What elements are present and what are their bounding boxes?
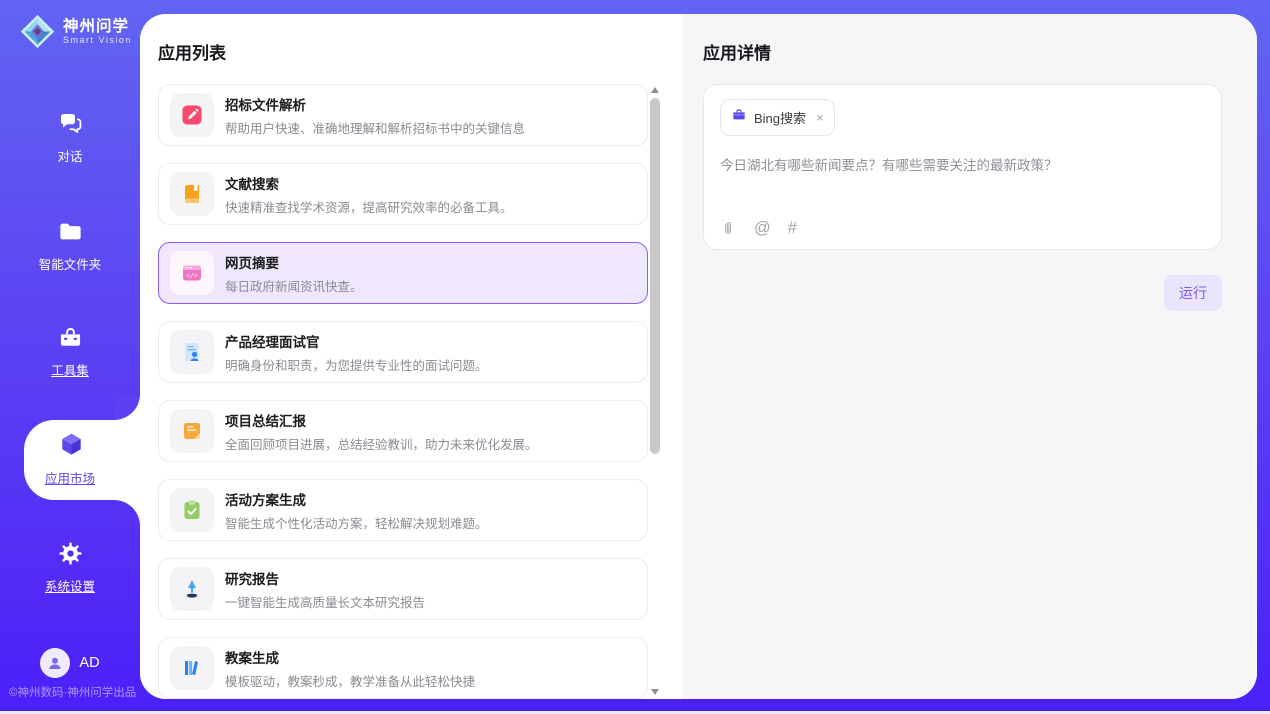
sidebar-item-smart-folder[interactable]: 智能文件夹 (0, 218, 140, 273)
app-card-desc: 帮助用户快速、准确地理解和解析招标书中的关键信息 (225, 118, 525, 137)
sidebar-item-chat[interactable]: 对话 (0, 110, 140, 165)
note-icon (170, 409, 214, 453)
cube-icon (57, 430, 84, 457)
app-card-web-summary[interactable]: </> 网页摘要 每日政府新闻资讯快查。 (158, 242, 648, 304)
sidebar-item-toolset[interactable]: 工具集 (0, 324, 140, 379)
attachment-toolbar: @ # (720, 219, 797, 238)
app-card-title: 研究报告 (225, 568, 425, 588)
copyright: ©神州数码·神州问学出品 (9, 684, 136, 700)
user-row[interactable]: AD (0, 648, 140, 678)
app-card-desc: 明确身份和职责，为您提供专业性的面试问题。 (225, 355, 488, 374)
tool-chip[interactable]: Bing搜索 × (720, 99, 835, 136)
at-mention-icon[interactable]: @ (754, 219, 771, 238)
app-card-literature-search[interactable]: 文献搜索 快速精准查找学术资源，提高研究效率的必备工具。 (158, 163, 648, 225)
app-card-list: 招标文件解析 帮助用户快速、准确地理解和解析招标书中的关键信息 文献搜索 快速精… (158, 84, 648, 699)
sidebar-item-app-market[interactable]: 应用市场 (0, 430, 140, 487)
app-card-title: 文献搜索 (225, 173, 513, 193)
book-icon (170, 172, 214, 216)
chat-icon (57, 110, 84, 137)
scroll-down-arrow-icon[interactable] (651, 689, 659, 695)
clipboard-icon (170, 488, 214, 532)
scroll-up-arrow-icon[interactable] (651, 87, 659, 93)
user-label: AD (79, 655, 99, 671)
toolbox-icon (57, 324, 84, 351)
app-card-desc: 一键智能生成高质量长文本研究报告 (225, 592, 425, 611)
app-card-project-summary[interactable]: 项目总结汇报 全面回顾项目进展，总结经验教训，助力未来优化发展。 (158, 400, 648, 462)
brand-name: 神州问学 (63, 18, 132, 36)
question-text[interactable]: 今日湖北有哪些新闻要点？有哪些需要关注的最新政策？ (720, 156, 1205, 176)
bubble-notch-bottom (114, 500, 140, 526)
svg-text:</>: </> (186, 272, 198, 280)
paperclip-icon[interactable] (720, 220, 737, 237)
app-logo: 神州问学 Smart Vision (19, 13, 132, 50)
app-card-desc: 智能生成个性化活动方案，轻松解决规划难题。 (225, 513, 488, 532)
app-card-research-report[interactable]: 研究报告 一键智能生成高质量长文本研究报告 (158, 558, 648, 620)
brand-tagline: Smart Vision (63, 35, 132, 45)
app-detail-panel: 应用详情 Bing搜索 × 今日湖北有哪些新闻要点？有哪些需要关注的最新政策？ … (682, 14, 1257, 699)
app-card-desc: 每日政府新闻资讯快查。 (225, 276, 363, 295)
app-card-desc: 模板驱动，教案秒成，教学准备从此轻松快捷 (225, 671, 475, 690)
app-list-title: 应用列表 (158, 39, 226, 64)
user-avatar[interactable] (40, 648, 70, 678)
app-card-title: 招标文件解析 (225, 94, 525, 114)
app-card-title: 教案生成 (225, 647, 475, 667)
app-card-lesson-plan[interactable]: 教案生成 模板驱动，教案秒成，教学准备从此轻松快捷 (158, 637, 648, 699)
app-card-title: 项目总结汇报 (225, 410, 538, 430)
scrollbar-thumb[interactable] (650, 98, 660, 454)
pen-square-icon (170, 93, 214, 137)
sidebar: 神州问学 Smart Vision 对话 智能文件夹 工具集 应用市场 系统设置… (0, 0, 140, 714)
brand-diamond-icon (19, 13, 56, 50)
ink-pen-icon (170, 567, 214, 611)
app-card-desc: 快速精准查找学术资源，提高研究效率的必备工具。 (225, 197, 513, 216)
app-card-title: 产品经理面试官 (225, 331, 488, 351)
app-list-panel: 应用列表 招标文件解析 帮助用户快速、准确地理解和解析招标书中的关键信息 文献搜… (140, 14, 682, 699)
scrollbar[interactable] (649, 84, 661, 698)
briefcase-icon (731, 107, 747, 128)
browser-icon: </> (170, 251, 214, 295)
prompt-card[interactable]: Bing搜索 × 今日湖北有哪些新闻要点？有哪些需要关注的最新政策？ @ # (703, 84, 1222, 250)
gear-icon (57, 540, 84, 567)
hash-tag-icon[interactable]: # (788, 219, 797, 238)
app-detail-title: 应用详情 (703, 39, 1257, 64)
interview-icon (170, 330, 214, 374)
main-content: 应用列表 招标文件解析 帮助用户快速、准确地理解和解析招标书中的关键信息 文献搜… (140, 14, 1257, 699)
app-card-pm-interviewer[interactable]: 产品经理面试官 明确身份和职责，为您提供专业性的面试问题。 (158, 321, 648, 383)
folder-icon (57, 218, 84, 245)
tool-chip-label: Bing搜索 (754, 108, 806, 127)
sidebar-item-settings[interactable]: 系统设置 (0, 540, 140, 595)
app-card-title: 活动方案生成 (225, 489, 488, 509)
person-icon (46, 654, 64, 672)
bubble-notch-top (114, 394, 140, 420)
app-card-event-plan[interactable]: 活动方案生成 智能生成个性化活动方案，轻松解决规划难题。 (158, 479, 648, 541)
app-card-bid-document-analysis[interactable]: 招标文件解析 帮助用户快速、准确地理解和解析招标书中的关键信息 (158, 84, 648, 146)
chip-close-icon[interactable]: × (816, 111, 824, 124)
books-icon (170, 646, 214, 690)
run-button[interactable]: 运行 (1164, 275, 1222, 311)
app-card-desc: 全面回顾项目进展，总结经验教训，助力未来优化发展。 (225, 434, 538, 453)
app-card-title: 网页摘要 (225, 252, 363, 272)
